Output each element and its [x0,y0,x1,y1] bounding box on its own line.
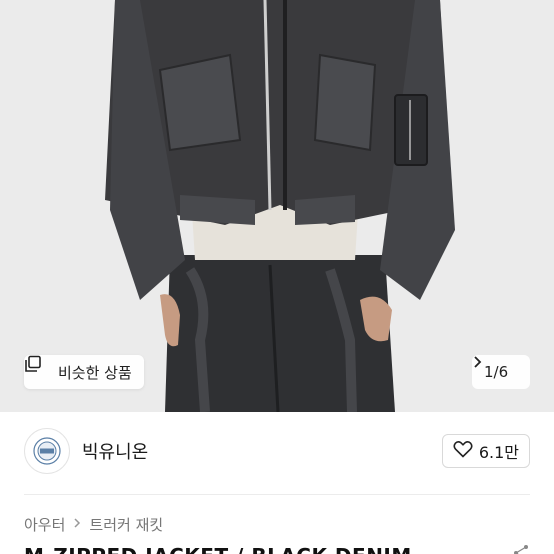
heart-icon [453,440,473,462]
breadcrumb-category[interactable]: 아우터 [24,514,65,535]
share-icon[interactable] [512,544,530,554]
image-counter-text: 1/6 [484,363,509,381]
divider [24,494,530,495]
seller-avatar[interactable] [24,428,70,474]
like-button[interactable]: 6.1만 [441,434,530,468]
chevron-right-icon [73,517,81,533]
seller-row: 빅유니온 6.1만 [0,412,554,490]
brand-logo-icon [33,437,61,465]
seller-name[interactable]: 빅유니온 [82,438,148,464]
product-photo [0,0,554,412]
similar-products-button[interactable]: 비슷한 상품 [24,355,144,389]
copy-icon [25,355,52,381]
breadcrumb-subcategory[interactable]: 트러커 재킷 [89,514,163,535]
similar-products-label: 비슷한 상품 [58,363,132,382]
product-title: M-ZIPPED JACKET / BLACK DENIM [24,544,412,554]
image-counter[interactable]: 1/6 [472,355,530,389]
breadcrumb: 아우터 트러커 재킷 [24,514,163,535]
product-image-carousel[interactable]: 비슷한 상품 1/6 [0,0,554,412]
like-count: 6.1만 [478,443,519,462]
